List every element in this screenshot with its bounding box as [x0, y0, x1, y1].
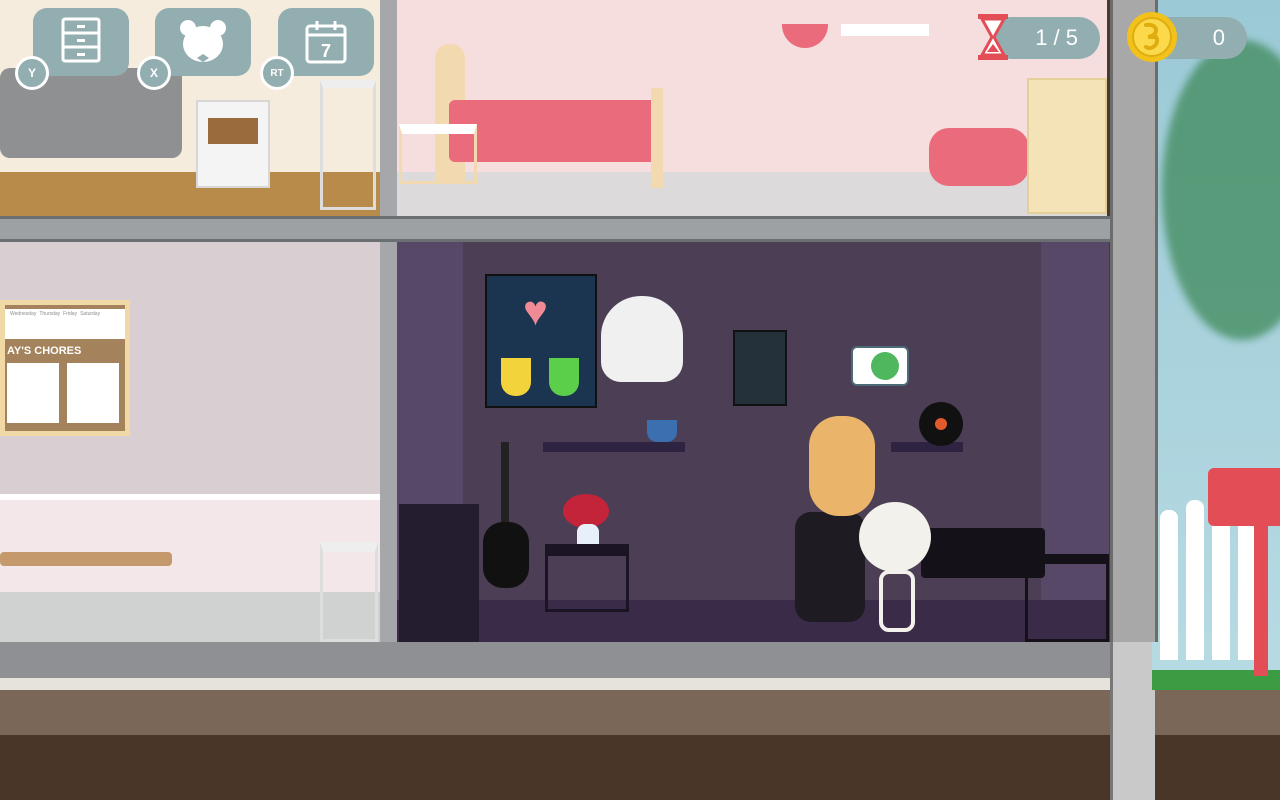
drawer-cabinet-icon: [61, 17, 101, 63]
ghost-character[interactable]: [601, 296, 683, 382]
black-nightstand[interactable]: [1025, 554, 1109, 642]
green-face-icon: [871, 352, 899, 380]
floor-divider: [0, 216, 1110, 242]
ground-soil: [0, 690, 1280, 735]
bear-face-icon: [180, 20, 226, 62]
dresser[interactable]: [1027, 78, 1107, 214]
house-base: [0, 642, 1110, 678]
record-label: [935, 418, 947, 430]
chore-note[interactable]: [7, 363, 59, 423]
electric-guitar[interactable]: [483, 522, 529, 588]
coffee-mug[interactable]: [647, 420, 677, 442]
heart-icon: ♥: [523, 287, 548, 334]
coin-icon: [1127, 12, 1177, 62]
chores-days-row: Wednesday Thursday Friday Saturday: [5, 309, 125, 339]
chores-board-title: AY'S CHORES: [7, 345, 82, 357]
mailbox-post: [1254, 526, 1268, 676]
wall-alcove: [1041, 242, 1109, 600]
fence-picket: [1186, 500, 1204, 660]
house-outer-wall: [1110, 0, 1158, 642]
purple-room-floor: [397, 600, 1109, 642]
sidewalk: [0, 678, 1150, 690]
wooden-bench[interactable]: [0, 552, 172, 566]
day-progress-value: 1 / 5: [1035, 25, 1078, 50]
yellow-flask-icon: [501, 358, 531, 396]
chores-board[interactable]: Wednesday Thursday Friday Saturday AY'S …: [0, 300, 130, 436]
side-table[interactable]: [196, 100, 270, 188]
calendar-day: 7: [321, 41, 331, 61]
wall-divider: [380, 0, 397, 216]
skeleton-character-body[interactable]: [879, 570, 915, 632]
y-key-hint: Y: [15, 56, 49, 90]
chores-day: Friday: [63, 311, 78, 317]
wall-shelf: [891, 442, 963, 452]
mailbox[interactable]: [1208, 468, 1280, 526]
calendar-icon: 7: [305, 21, 347, 64]
chores-day: Wednesday: [10, 311, 37, 317]
green-flask-icon: [549, 358, 579, 396]
chores-day: Saturday: [80, 311, 101, 317]
end-table[interactable]: [545, 544, 629, 612]
coin-value: 0: [1212, 25, 1225, 50]
purple-bedroom[interactable]: ♥: [397, 242, 1109, 642]
fence-picket: [1160, 510, 1178, 660]
fence-picket: [1212, 510, 1230, 660]
bookcase[interactable]: [399, 504, 479, 642]
pink-bowl-shelf: [782, 24, 828, 48]
thought-bubble[interactable]: [851, 346, 909, 386]
console-table[interactable]: [320, 80, 376, 210]
wall-shelf: [543, 442, 685, 452]
rose-bouquet[interactable]: [563, 494, 609, 528]
pink-pouf[interactable]: [929, 128, 1029, 186]
ground-deep-soil: [0, 735, 1280, 800]
bedroom-side-table[interactable]: [399, 124, 477, 184]
wall-divider: [380, 242, 397, 642]
x-key-hint: X: [137, 56, 171, 90]
giraffe-character-body[interactable]: [795, 512, 865, 622]
vinyl-record[interactable]: [919, 402, 963, 446]
side-table-drawer: [208, 118, 258, 144]
tree-foliage: [1162, 40, 1280, 340]
guitar-neck: [501, 442, 509, 532]
hallway-table[interactable]: [320, 542, 378, 642]
bed-footboard: [651, 88, 663, 188]
chores-day: Thursday: [39, 311, 61, 317]
science-heart-poster[interactable]: ♥: [485, 274, 597, 408]
hallway[interactable]: Wednesday Thursday Friday Saturday AY'S …: [0, 242, 380, 642]
foundation-wall: [1110, 632, 1155, 800]
chore-note[interactable]: [67, 363, 119, 423]
framed-poster[interactable]: [733, 330, 787, 406]
pink-bed[interactable]: [449, 100, 659, 162]
hourglass-icon: [978, 14, 1008, 60]
skeleton-character[interactable]: [859, 502, 931, 572]
rt-key-hint: RT: [260, 56, 294, 90]
wall-shelf: [841, 24, 929, 36]
giraffe-character[interactable]: [809, 416, 875, 516]
